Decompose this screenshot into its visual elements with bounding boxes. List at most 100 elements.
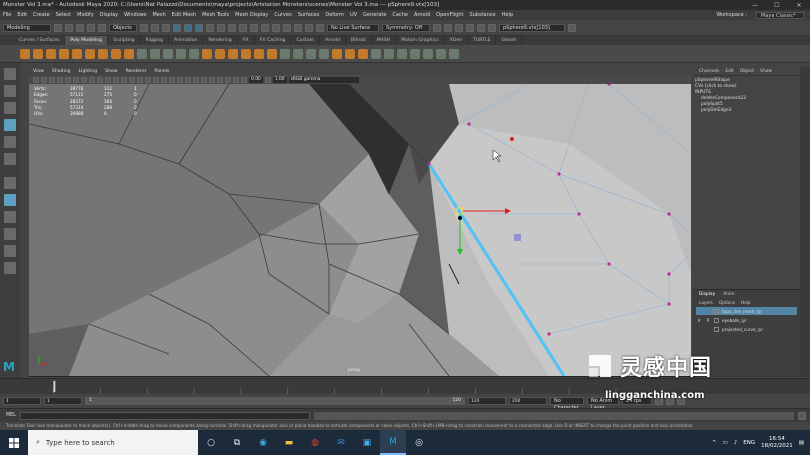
viewport-menu-lighting[interactable]: Lighting — [79, 69, 98, 74]
shadows-icon[interactable] — [169, 76, 175, 83]
cortana-icon[interactable]: ○ — [198, 430, 224, 455]
photoshop-icon[interactable]: ▣ — [354, 430, 380, 455]
menu-substance[interactable]: Substance — [469, 12, 495, 18]
grid-icon[interactable] — [65, 76, 71, 83]
menu-curves[interactable]: Curves — [274, 12, 291, 18]
menu-mesh-display[interactable]: Mesh Display — [235, 12, 268, 18]
menu-arnold[interactable]: Arnold — [414, 12, 430, 18]
render-settings-icon[interactable] — [305, 23, 313, 32]
viewport-menu-shading[interactable]: Shading — [52, 69, 71, 74]
character-set-dropdown[interactable]: No Character Set — [550, 397, 584, 418]
menu-deform[interactable]: Deform — [325, 12, 344, 18]
scale-tool-icon[interactable] — [4, 153, 16, 165]
layer-menu-help[interactable]: Help — [741, 300, 751, 305]
channel-box-tab-edit[interactable]: Edit — [725, 69, 734, 74]
task-view-icon[interactable]: ⧉ — [224, 430, 250, 455]
select-object-icon[interactable] — [151, 23, 159, 32]
network-icon[interactable]: ▭ — [723, 440, 728, 446]
shelf-tab-fx[interactable]: FX — [238, 36, 255, 45]
shelf-tab-xgen[interactable]: XGen — [445, 36, 469, 45]
show-attribute-editor-icon[interactable] — [433, 23, 441, 32]
target-weld-icon[interactable] — [293, 48, 303, 59]
use-all-lights-icon[interactable] — [161, 76, 167, 83]
smooth-shade-icon[interactable] — [129, 76, 135, 83]
shelf-tab-motion-graphics[interactable]: Motion Graphics — [396, 36, 445, 45]
safe-title-icon[interactable] — [113, 76, 119, 83]
paint-select-tool-icon[interactable] — [4, 102, 16, 114]
range-start-field[interactable]: 1 — [44, 397, 82, 405]
single-perspective-layout-icon[interactable] — [4, 194, 16, 206]
resolution-gate-icon[interactable] — [81, 76, 87, 83]
colorspace-dropdown[interactable]: sRGB gamma — [288, 76, 359, 83]
shelf-tab-turtle[interactable]: TURTLE — [468, 36, 497, 45]
end-time-field[interactable]: 200 — [509, 397, 547, 405]
poly-torus-icon[interactable] — [72, 48, 82, 59]
viewport-menu-panels[interactable]: Panels — [155, 69, 170, 74]
super-shape-icon[interactable] — [124, 48, 134, 59]
snap-curve-icon[interactable] — [228, 23, 236, 32]
new-scene-icon[interactable] — [54, 23, 62, 32]
layer-color-swatch[interactable] — [714, 308, 719, 314]
obs-icon[interactable]: ◎ — [406, 430, 432, 455]
shelf-tab-poly-modeling[interactable]: Poly Modeling — [65, 36, 109, 45]
extrude-icon[interactable] — [202, 48, 212, 59]
menu-edit-mesh[interactable]: Edit Mesh — [172, 12, 196, 18]
persp-graph-layout-icon[interactable] — [4, 245, 16, 257]
append-polygon-icon[interactable] — [241, 48, 251, 59]
taskbar-clock[interactable]: 16:54 18/02/2021 — [761, 436, 793, 450]
bridge-icon[interactable] — [215, 48, 225, 59]
safe-action-icon[interactable] — [105, 76, 111, 83]
combine-icon[interactable] — [137, 48, 147, 59]
channel-box-tab-channels[interactable]: Channels — [699, 69, 719, 74]
select-uv-icon[interactable] — [206, 23, 214, 32]
layer-tab-display[interactable]: Display — [699, 292, 715, 297]
tray-arrow-icon[interactable]: ^ — [712, 440, 717, 446]
lasso-tool-icon[interactable] — [4, 85, 16, 97]
mode-dropdown[interactable]: Modeling — [3, 23, 51, 32]
center-pivot-icon[interactable] — [423, 48, 433, 59]
exposure-icon[interactable] — [241, 76, 247, 83]
last-tool-icon[interactable] — [4, 177, 16, 189]
menu-mesh-tools[interactable]: Mesh Tools — [202, 12, 229, 18]
menu-edit[interactable]: Edit — [17, 12, 27, 18]
make-live-shelf-icon[interactable] — [384, 48, 394, 59]
xray-joints-icon[interactable] — [225, 76, 231, 83]
mail-icon[interactable]: ✉ — [328, 430, 354, 455]
menu-surfaces[interactable]: Surfaces — [298, 12, 320, 18]
gamma-icon[interactable] — [264, 76, 271, 83]
offset-edge-loop-icon[interactable] — [319, 48, 329, 59]
viewport-menu-view[interactable]: View — [33, 69, 44, 74]
make-live-icon[interactable] — [261, 23, 269, 32]
live-surface-field[interactable]: No Live Surface — [327, 23, 379, 32]
poly-cube-icon[interactable] — [33, 48, 43, 59]
exposure-field[interactable]: 0.00 — [249, 76, 263, 83]
poly-sphere-icon[interactable] — [20, 48, 30, 59]
quad-draw-icon[interactable] — [371, 48, 381, 59]
planar-mapping-icon[interactable] — [345, 48, 355, 59]
layer-row[interactable]: projected_curve_lyr — [696, 325, 797, 333]
menu-file[interactable]: File — [3, 12, 11, 18]
command-input[interactable] — [20, 411, 310, 420]
symmetry-dropdown[interactable]: Symmetry: Off — [382, 23, 430, 32]
shelf-tab-mash[interactable]: MASH — [372, 36, 397, 45]
layer-menu-options[interactable]: Options — [719, 300, 735, 305]
rotate-tool-icon[interactable] — [4, 136, 16, 148]
poly-cylinder-icon[interactable] — [46, 48, 56, 59]
select-hierarchy-icon[interactable] — [140, 23, 148, 32]
save-scene-icon[interactable] — [76, 23, 84, 32]
shelf-tab-gleam[interactable]: Gleam — [496, 36, 523, 45]
menu-cache[interactable]: Cache — [392, 12, 408, 18]
history-icon[interactable] — [272, 23, 280, 32]
isolate-select-icon[interactable] — [209, 76, 215, 83]
show-tool-settings-icon[interactable] — [444, 23, 452, 32]
select-component-icon[interactable] — [162, 23, 170, 32]
language-indicator[interactable]: ENG — [743, 440, 755, 446]
uv-editor-icon[interactable] — [332, 48, 342, 59]
workspace-dropdown[interactable]: Maya Classic* — [756, 11, 804, 19]
select-edge-icon[interactable] — [184, 23, 192, 32]
insert-edge-loop-icon[interactable] — [306, 48, 316, 59]
snap-point-icon[interactable] — [239, 23, 247, 32]
menu-generate[interactable]: Generate — [363, 12, 386, 18]
menu-modify[interactable]: Modify — [77, 12, 94, 18]
fill-hole-icon[interactable] — [254, 48, 264, 59]
